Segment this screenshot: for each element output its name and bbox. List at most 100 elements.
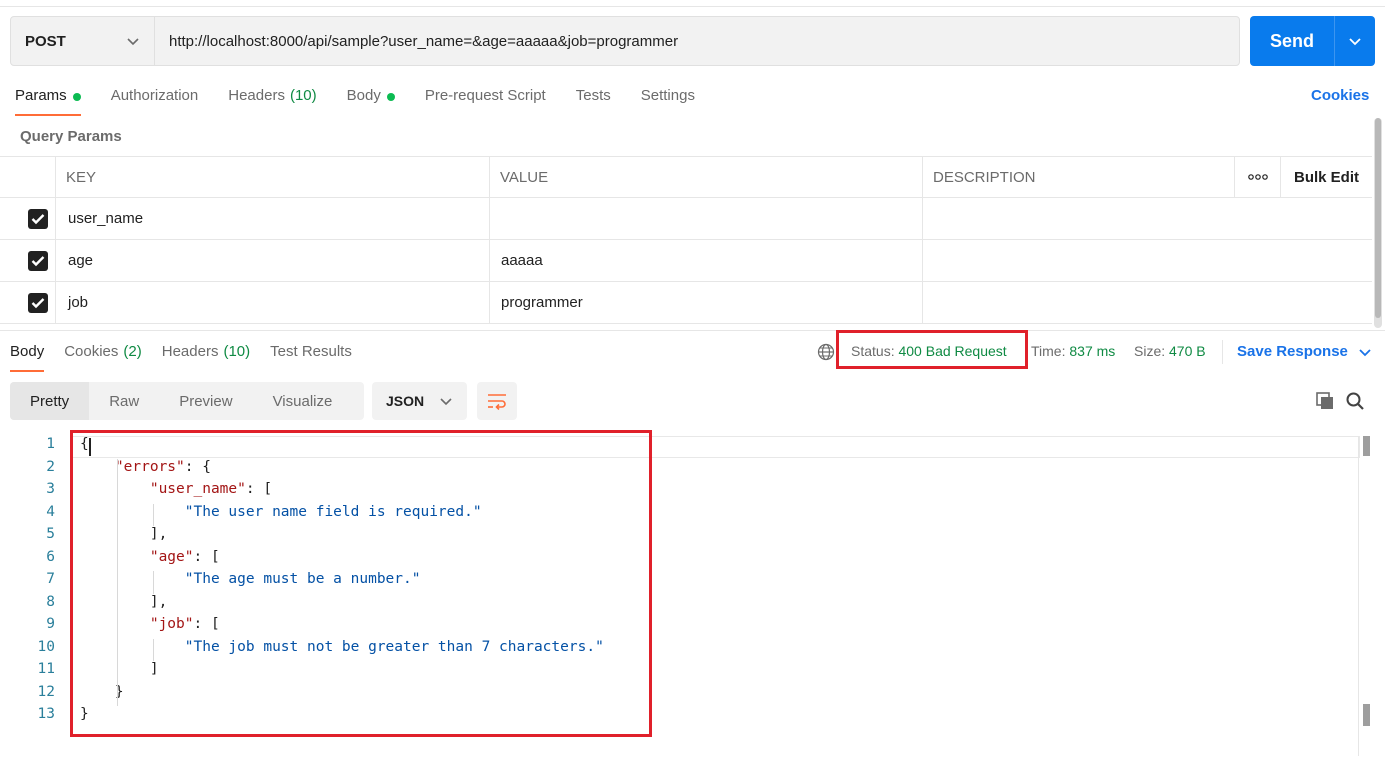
chevron-down-icon (127, 38, 139, 46)
active-indicator-dot (386, 93, 395, 101)
params-scrollbar-thumb[interactable] (1375, 118, 1381, 318)
line-number: 10 (37, 638, 55, 655)
view-mode-preview[interactable]: Preview (159, 382, 252, 420)
send-options-button[interactable] (1335, 34, 1375, 48)
param-key-cell[interactable]: job (68, 282, 488, 323)
response-tab-body[interactable]: Body (10, 340, 45, 372)
wrap-lines-icon (488, 394, 506, 410)
tab-headers[interactable]: Headers (10) (228, 84, 316, 116)
line-number: 3 (46, 481, 55, 497)
description-column-header: DESCRIPTION (933, 168, 1036, 186)
tab-label: Body (346, 87, 381, 104)
chevron-down-icon (1349, 38, 1361, 46)
tab-params[interactable]: Params (15, 84, 81, 116)
save-response-button[interactable]: Save Response (1237, 343, 1372, 360)
url-input[interactable]: http://localhost:8000/api/sample?user_na… (155, 33, 678, 50)
size-value: 470 B (1169, 343, 1206, 359)
wrap-lines-button[interactable] (477, 382, 517, 420)
param-value-cell[interactable] (501, 198, 921, 239)
tab-count: (10) (223, 343, 251, 360)
meta-separator (1222, 340, 1223, 364)
table-row: age aaaaa (0, 240, 1372, 282)
view-mode-selector: Pretty Raw Preview Visualize (10, 382, 364, 420)
tab-label: Authorization (110, 87, 199, 104)
tab-label: Params (15, 87, 67, 104)
param-description-cell[interactable] (934, 282, 1364, 323)
response-tab-test-results[interactable]: Test Results (270, 340, 352, 372)
search-icon[interactable] (1345, 391, 1365, 411)
response-tab-headers[interactable]: Headers (10) (162, 340, 250, 372)
param-description-cell[interactable] (934, 240, 1364, 281)
method-select[interactable]: POST (11, 17, 155, 65)
response-tab-cookies[interactable]: Cookies (2) (64, 340, 142, 372)
line-number: 12 (37, 683, 55, 700)
request-url-bar: POST http://localhost:8000/api/sample?us… (10, 16, 1240, 66)
save-response-label: Save Response (1237, 343, 1348, 360)
tab-tests[interactable]: Tests (576, 84, 611, 116)
body-highlight-box (70, 430, 652, 737)
line-number: 2 (46, 458, 55, 475)
status-highlight-box (836, 330, 1028, 369)
param-enabled-checkbox[interactable] (28, 240, 48, 281)
param-enabled-checkbox[interactable] (28, 282, 48, 323)
format-select[interactable]: JSON (372, 382, 467, 420)
tab-body[interactable]: Body (347, 84, 395, 116)
param-key-cell[interactable]: user_name (68, 198, 488, 239)
tab-label: Headers (161, 343, 219, 360)
size-readout[interactable]: Size: 470 B (1134, 343, 1206, 359)
view-mode-pretty[interactable]: Pretty (10, 382, 90, 420)
params-header-row: KEY VALUE DESCRIPTION Bulk Edit (0, 156, 1372, 198)
view-mode-raw[interactable]: Raw (89, 382, 159, 420)
pane-divider[interactable] (0, 330, 1385, 331)
tab-label: Test Results (270, 343, 352, 360)
view-mode-visualize[interactable]: Visualize (253, 382, 353, 420)
line-number: 6 (46, 548, 55, 565)
tab-label: Headers (228, 87, 285, 104)
param-key-cell[interactable]: age (68, 240, 488, 281)
params-table: KEY VALUE DESCRIPTION Bulk Edit user_nam… (0, 156, 1372, 324)
query-params-title: Query Params (20, 128, 122, 145)
tab-pre-request-script[interactable]: Pre-request Script (425, 84, 546, 116)
line-number: 13 (37, 706, 55, 722)
line-number: 9 (46, 616, 55, 632)
format-label: JSON (386, 393, 425, 409)
line-number: 8 (46, 593, 55, 610)
size-label: Size: (1134, 343, 1166, 359)
tab-authorization[interactable]: Authorization (111, 84, 199, 116)
tab-label: Body (10, 343, 45, 360)
bulk-edit-button[interactable]: Bulk Edit (1294, 157, 1359, 197)
time-value: 837 ms (1069, 343, 1116, 359)
tab-count: (10) (289, 87, 317, 104)
response-tabs: Body Cookies (2) Headers (10) Test Results (10, 340, 372, 372)
more-options-icon[interactable] (1248, 157, 1268, 197)
method-label: POST (25, 32, 66, 50)
copy-icon[interactable] (1315, 391, 1335, 411)
key-column-header: KEY (66, 168, 97, 186)
chevron-down-icon (1359, 348, 1371, 356)
param-enabled-checkbox[interactable] (28, 198, 48, 239)
globe-icon[interactable] (817, 343, 835, 361)
checkmark-icon (31, 297, 45, 308)
time-readout[interactable]: Time: 837 ms (1031, 343, 1115, 359)
param-description-cell[interactable] (934, 198, 1364, 239)
tab-settings[interactable]: Settings (641, 84, 695, 116)
table-row: job programmer (0, 282, 1372, 324)
line-number: 7 (46, 571, 55, 587)
param-value-cell[interactable]: aaaaa (501, 240, 921, 281)
editor-scrollbar-track (1358, 436, 1359, 756)
tab-count: (2) (123, 343, 142, 360)
checkmark-icon (31, 255, 45, 266)
editor-scrollbar-marker-top[interactable] (1363, 436, 1370, 456)
time-label: Time: (1031, 343, 1066, 359)
cookies-link[interactable]: Cookies (1311, 87, 1369, 104)
editor-scrollbar-marker-bottom[interactable] (1363, 704, 1370, 726)
line-number: 5 (46, 526, 55, 542)
tab-label: Tests (575, 87, 611, 104)
request-tabs: Params Authorization Headers (10) Body Pre-re… (15, 84, 725, 116)
line-number: 11 (37, 661, 55, 677)
tab-label: Cookies (64, 343, 119, 360)
send-button[interactable]: Send (1250, 31, 1334, 52)
param-value-cell[interactable]: programmer (501, 282, 921, 323)
checkmark-icon (31, 213, 45, 224)
chevron-down-icon (440, 398, 452, 406)
